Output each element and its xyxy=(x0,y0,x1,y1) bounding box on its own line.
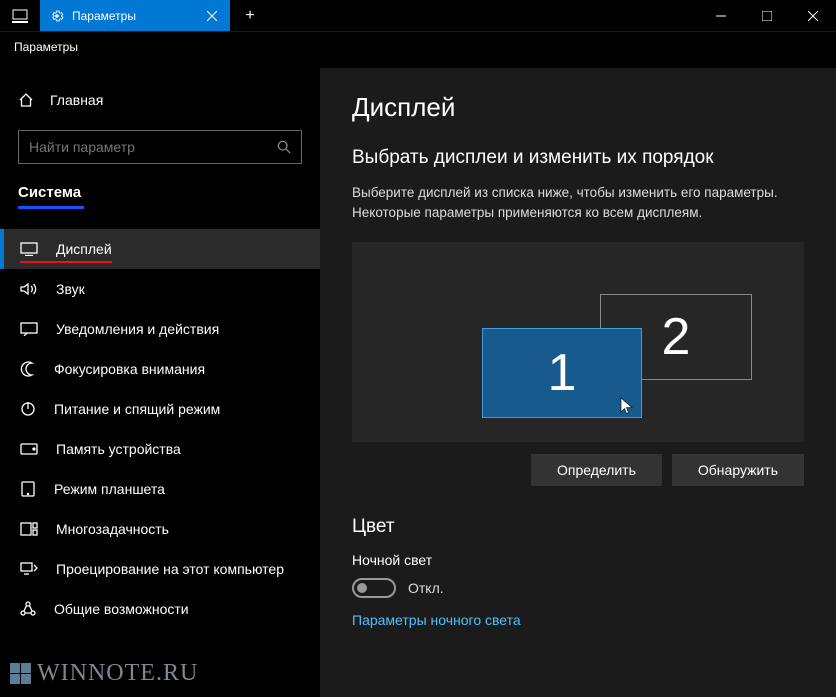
sidebar-item-label: Звук xyxy=(56,281,85,297)
detect-button[interactable]: Обнаружить xyxy=(672,454,804,486)
home-label: Главная xyxy=(50,92,103,108)
minimize-button[interactable] xyxy=(698,0,744,31)
sidebar-item-shared[interactable]: Общие возможности xyxy=(0,589,320,629)
sidebar-item-label: Питание и спящий режим xyxy=(54,401,220,417)
active-tab[interactable]: Параметры xyxy=(40,0,230,31)
sound-icon xyxy=(20,281,38,297)
search-icon xyxy=(277,140,291,154)
watermark-text: WINNOTE.RU xyxy=(37,660,198,687)
sidebar-item-tablet[interactable]: Режим планшета xyxy=(0,469,320,509)
notifications-icon xyxy=(20,322,38,336)
arrange-description: Выберите дисплей из списка ниже, чтобы и… xyxy=(352,183,804,224)
breadcrumb: Параметры xyxy=(0,32,836,68)
arrange-title: Выбрать дисплеи и изменить их порядок xyxy=(352,147,804,169)
identify-button[interactable]: Определить xyxy=(531,454,662,486)
page-title: Дисплей xyxy=(352,92,804,123)
sidebar-item-label: Режим планшета xyxy=(54,481,165,497)
multitasking-icon xyxy=(20,522,38,536)
home-link[interactable]: Главная xyxy=(0,82,320,118)
sidebar-item-label: Дисплей xyxy=(56,241,112,257)
content-pane: Дисплей Выбрать дисплеи и изменить их по… xyxy=(320,68,836,697)
sidebar-item-notifications[interactable]: Уведомления и действия xyxy=(0,309,320,349)
sidebar-item-label: Уведомления и действия xyxy=(56,321,219,337)
sidebar-item-display[interactable]: Дисплей xyxy=(0,229,320,269)
gear-icon xyxy=(50,9,64,23)
search-input[interactable] xyxy=(29,139,277,155)
sidebar-item-label: Проецирование на этот компьютер xyxy=(56,561,284,577)
sidebar-item-projecting[interactable]: Проецирование на этот компьютер xyxy=(0,549,320,589)
new-tab-button[interactable]: + xyxy=(230,0,270,31)
close-button[interactable] xyxy=(790,0,836,31)
sidebar: Главная Система Дисплей Звук Уведомления… xyxy=(0,68,320,697)
night-light-toggle[interactable] xyxy=(352,578,396,598)
sidebar-item-label: Память устройства xyxy=(56,441,181,457)
sidebar-item-label: Многозадачность xyxy=(56,521,169,537)
shared-icon xyxy=(20,601,36,617)
section-title: Система xyxy=(0,184,99,205)
display-icon xyxy=(20,242,38,256)
monitor-1[interactable]: 1 xyxy=(482,328,642,418)
sidebar-item-sound[interactable]: Звук xyxy=(0,269,320,309)
taskview-icon[interactable] xyxy=(0,0,40,31)
watermark-logo xyxy=(10,663,31,684)
watermark: WINNOTE.RU xyxy=(10,660,198,687)
moon-icon xyxy=(20,361,36,377)
sidebar-item-multitasking[interactable]: Многозадачность xyxy=(0,509,320,549)
home-icon xyxy=(18,92,34,108)
power-icon xyxy=(20,401,36,417)
sidebar-item-focus[interactable]: Фокусировка внимания xyxy=(0,349,320,389)
titlebar: Параметры + xyxy=(0,0,836,32)
sidebar-item-power[interactable]: Питание и спящий режим xyxy=(0,389,320,429)
sidebar-item-label: Фокусировка внимания xyxy=(54,361,205,377)
sidebar-item-label: Общие возможности xyxy=(54,601,189,617)
search-box[interactable] xyxy=(18,130,302,164)
cursor-icon xyxy=(620,397,634,415)
projecting-icon xyxy=(20,562,38,576)
color-section-title: Цвет xyxy=(352,516,804,538)
display-arrangement-canvas[interactable]: 2 1 xyxy=(352,242,804,442)
night-light-settings-link[interactable]: Параметры ночного света xyxy=(352,612,804,628)
night-light-label: Ночной свет xyxy=(352,552,804,568)
toggle-state-label: Откл. xyxy=(408,580,444,596)
storage-icon xyxy=(20,443,38,455)
tablet-icon xyxy=(20,481,36,497)
maximize-button[interactable] xyxy=(744,0,790,31)
tab-close-icon[interactable] xyxy=(204,8,220,24)
sidebar-item-storage[interactable]: Память устройства xyxy=(0,429,320,469)
tab-title: Параметры xyxy=(72,9,196,23)
